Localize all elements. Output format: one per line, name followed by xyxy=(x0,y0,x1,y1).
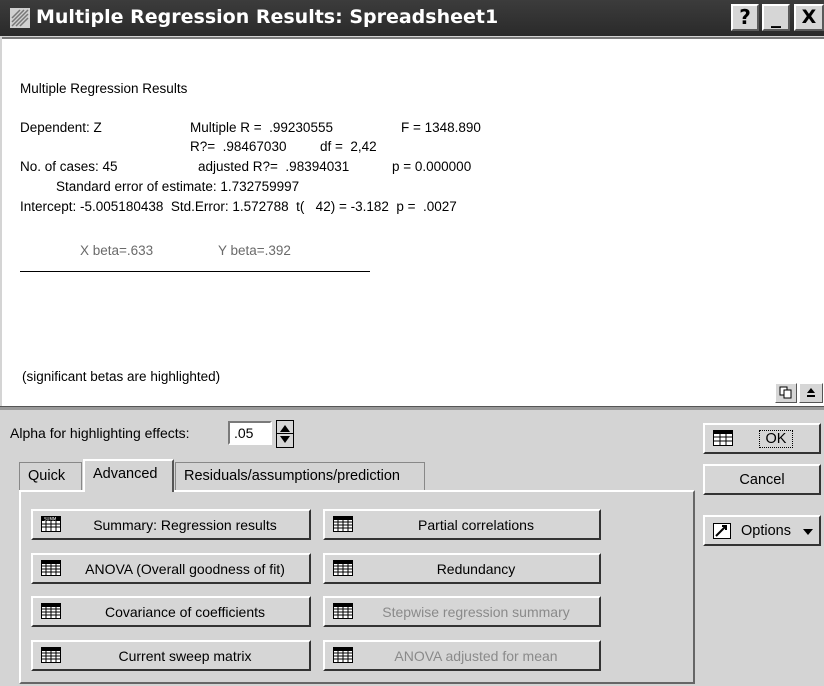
sweep-matrix-button[interactable]: Current sweep matrix xyxy=(31,640,311,671)
app-icon xyxy=(10,8,30,28)
anova-button[interactable]: ANOVA (Overall goodness of fit) xyxy=(31,553,311,584)
table-icon xyxy=(41,647,61,663)
title-bar[interactable]: Multiple Regression Results: Spreadsheet… xyxy=(0,0,824,36)
tab-advanced[interactable]: Advanced xyxy=(83,459,174,492)
chevron-down-icon xyxy=(803,529,813,535)
help-button[interactable]: ? xyxy=(731,4,759,31)
degrees-of-freedom: df = 2,42 xyxy=(320,139,377,154)
expand-icon xyxy=(807,388,815,397)
ok-label: OK xyxy=(758,430,794,448)
stepwise-summary-label: Stepwise regression summary xyxy=(382,604,570,620)
summary-icon xyxy=(713,430,733,446)
spin-down-icon[interactable] xyxy=(280,436,290,443)
redundancy-button[interactable]: Redundancy xyxy=(323,553,601,584)
intercept-line: Intercept: -5.005180438 Std.Error: 1.572… xyxy=(20,199,457,214)
table-icon xyxy=(41,603,61,619)
svg-text:SUMM: SUMM xyxy=(44,517,57,522)
copy-icon xyxy=(779,386,792,399)
std-error-estimate: Standard error of estimate: 1.732759997 xyxy=(56,179,300,194)
spin-up-icon[interactable] xyxy=(280,425,290,432)
options-label: Options xyxy=(741,523,791,539)
r-squared: R?= .98467030 xyxy=(190,139,287,154)
results-heading: Multiple Regression Results xyxy=(20,81,188,96)
options-button[interactable]: Options xyxy=(703,515,821,546)
pane-splitter[interactable] xyxy=(0,406,824,410)
results-divider xyxy=(20,271,370,272)
anova-adjusted-mean-button[interactable]: ANOVA adjusted for mean xyxy=(323,640,601,671)
covariance-button[interactable]: Covariance of coefficients xyxy=(31,596,311,627)
anova-label: ANOVA (Overall goodness of fit) xyxy=(85,561,285,577)
table-icon xyxy=(41,560,61,576)
anova-adjusted-mean-label: ANOVA adjusted for mean xyxy=(394,648,558,664)
partial-correlations-label: Partial correlations xyxy=(418,517,534,533)
options-icon xyxy=(713,523,731,539)
redundancy-label: Redundancy xyxy=(436,561,516,577)
summary-icon: SUMM xyxy=(41,516,61,532)
adjusted-r-squared: adjusted R?= .98394031 xyxy=(198,159,350,174)
table-icon xyxy=(333,603,353,619)
table-icon xyxy=(333,516,353,532)
minimize-button[interactable]: _ xyxy=(762,4,790,31)
regression-results-window: Multiple Regression Results: Spreadsheet… xyxy=(0,0,824,686)
tab-quick[interactable]: Quick xyxy=(19,462,82,490)
stepwise-summary-button[interactable]: Stepwise regression summary xyxy=(323,596,601,627)
cancel-button[interactable]: Cancel xyxy=(703,464,821,495)
alpha-input[interactable]: .05 xyxy=(228,421,272,445)
f-value: F = 1348.890 xyxy=(401,120,481,135)
partial-correlations-button[interactable]: Partial correlations xyxy=(323,509,601,540)
y-beta: Y beta=.392 xyxy=(218,243,291,258)
p-value: p = 0.000000 xyxy=(392,159,472,174)
ok-button[interactable]: OK xyxy=(703,423,821,454)
results-footnote: (significant betas are highlighted) xyxy=(22,369,221,384)
covariance-label: Covariance of coefficients xyxy=(104,604,266,620)
window-title: Multiple Regression Results: Spreadsheet… xyxy=(36,6,499,28)
table-icon xyxy=(333,647,353,663)
sweep-matrix-label: Current sweep matrix xyxy=(118,648,252,664)
alpha-spinner[interactable] xyxy=(276,420,294,448)
alpha-label: Alpha for highlighting effects: xyxy=(10,425,190,441)
table-icon xyxy=(333,560,353,576)
cancel-label: Cancel xyxy=(739,472,785,488)
results-pane[interactable]: Multiple Regression Results Dependent: Z… xyxy=(2,37,824,407)
expand-button[interactable] xyxy=(799,383,823,403)
copy-button[interactable] xyxy=(775,383,797,403)
dependent-variable: Dependent: Z xyxy=(20,120,102,135)
summary-regression-label: Summary: Regression results xyxy=(93,517,277,533)
summary-regression-button[interactable]: SUMM Summary: Regression results xyxy=(31,509,311,540)
multiple-r: Multiple R = .99230555 xyxy=(190,120,333,135)
close-button[interactable]: X xyxy=(794,4,824,31)
number-of-cases: No. of cases: 45 xyxy=(20,159,118,174)
tab-residuals[interactable]: Residuals/assumptions/prediction xyxy=(175,462,425,490)
x-beta: X beta=.633 xyxy=(80,243,154,258)
